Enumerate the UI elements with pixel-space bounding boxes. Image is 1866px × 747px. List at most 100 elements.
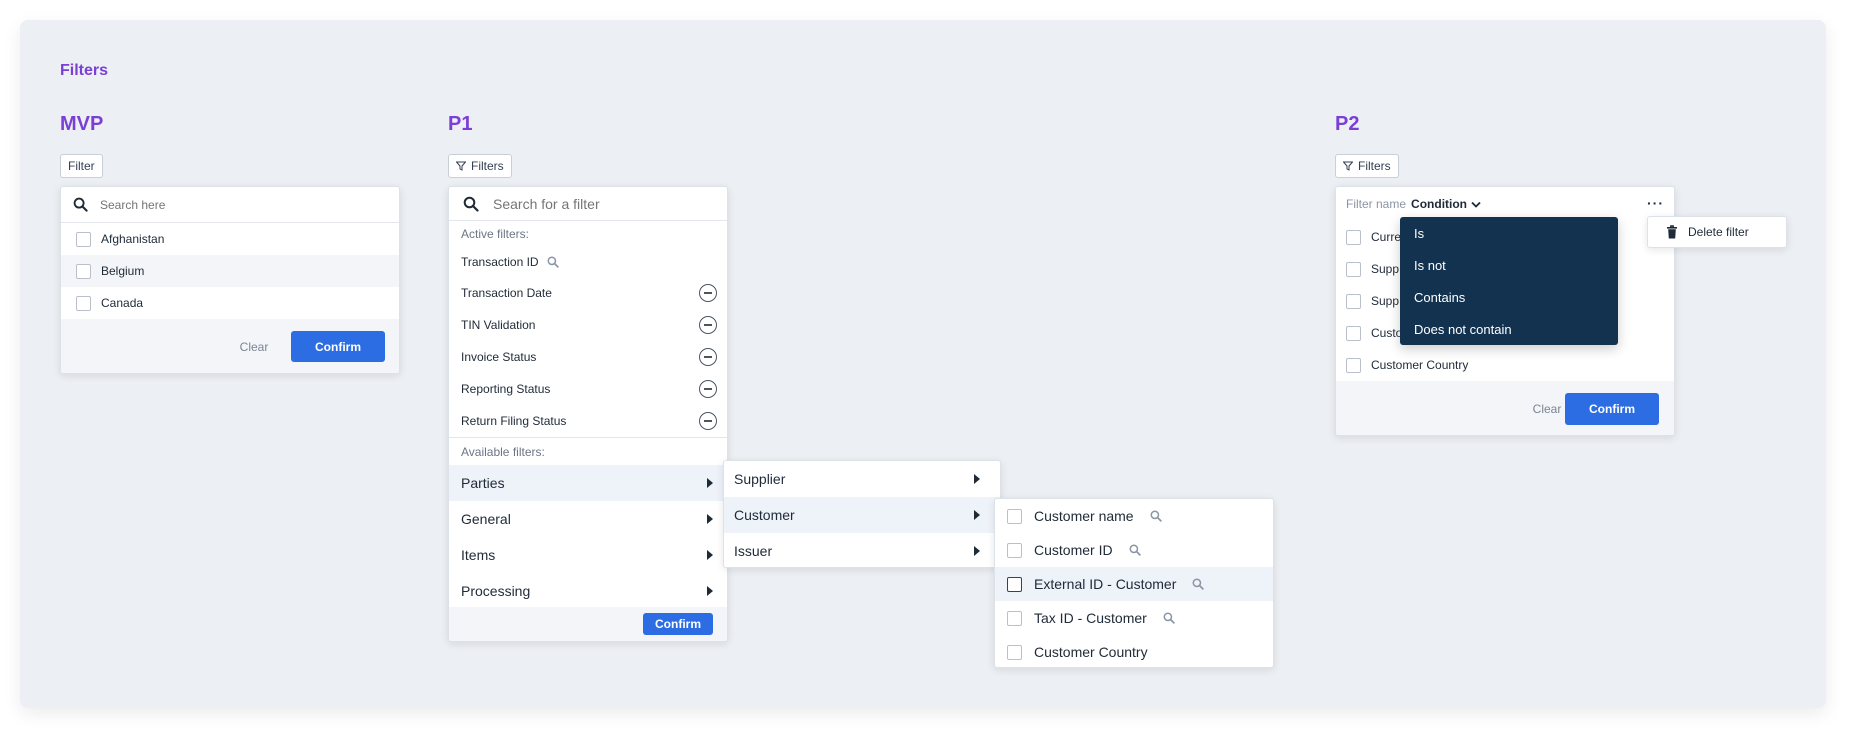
checkbox[interactable] bbox=[1007, 644, 1022, 660]
condition-option-contains[interactable]: Contains bbox=[1400, 281, 1618, 313]
mvp-footer: Clear Confirm bbox=[61, 319, 399, 373]
field-row[interactable]: Customer name bbox=[995, 499, 1273, 533]
chevron-right-icon bbox=[974, 510, 980, 520]
checkbox[interactable] bbox=[1346, 229, 1361, 245]
chevron-down-icon bbox=[1471, 201, 1481, 208]
search-icon[interactable] bbox=[547, 256, 559, 268]
search-icon[interactable] bbox=[1163, 612, 1175, 624]
p2-title: P2 bbox=[1335, 113, 1360, 135]
condition-dropdown[interactable]: Condition bbox=[1411, 197, 1481, 211]
condition-option-is[interactable]: Is bbox=[1400, 217, 1618, 249]
mvp-filter-button[interactable]: Filter bbox=[60, 154, 103, 178]
available-filters-header: Available filters: bbox=[449, 437, 727, 465]
available-filter-label: Parties bbox=[461, 475, 505, 491]
checkbox[interactable] bbox=[1007, 576, 1022, 592]
list-item-label: Belgium bbox=[101, 264, 145, 278]
active-filter-row: Return Filing Status bbox=[449, 405, 727, 437]
confirm-button[interactable]: Confirm bbox=[291, 331, 385, 362]
submenu-item-customer[interactable]: Customer bbox=[724, 497, 1000, 533]
search-icon bbox=[463, 196, 479, 212]
remove-icon[interactable] bbox=[699, 412, 717, 430]
search-icon bbox=[73, 197, 88, 212]
search-icon[interactable] bbox=[1129, 544, 1141, 556]
search-icon[interactable] bbox=[1192, 578, 1205, 590]
confirm-button[interactable]: Confirm bbox=[1565, 393, 1659, 425]
available-filter-items[interactable]: Items bbox=[449, 537, 727, 573]
list-item-label: Customer Country bbox=[1371, 358, 1469, 372]
p1-filters-button[interactable]: Filters bbox=[448, 154, 512, 178]
remove-icon[interactable] bbox=[699, 284, 717, 302]
remove-icon[interactable] bbox=[699, 316, 717, 334]
mvp-search-bar[interactable] bbox=[61, 187, 399, 223]
field-row[interactable]: Customer Country bbox=[995, 635, 1273, 667]
list-item-label: Supp bbox=[1371, 262, 1400, 276]
submenu-item-issuer[interactable]: Issuer bbox=[724, 533, 1000, 567]
condition-menu: Is Is not Contains Does not contain bbox=[1400, 217, 1618, 345]
field-label: Customer Country bbox=[1034, 644, 1148, 660]
filter-icon bbox=[1343, 161, 1353, 171]
condition-option-is-not[interactable]: Is not bbox=[1400, 249, 1618, 281]
active-filter-label: Transaction Date bbox=[461, 286, 552, 300]
list-item[interactable]: Customer Country bbox=[1336, 349, 1674, 381]
p2-filters-button[interactable]: Filters bbox=[1335, 154, 1399, 178]
checkbox[interactable] bbox=[76, 263, 91, 279]
p1-title: P1 bbox=[448, 113, 473, 135]
active-filter-label: TIN Validation bbox=[461, 318, 536, 332]
available-filter-general[interactable]: General bbox=[449, 501, 727, 537]
p2-filters-button-label: Filters bbox=[1358, 159, 1391, 173]
checkbox[interactable] bbox=[1007, 542, 1022, 558]
available-filter-label: General bbox=[461, 511, 511, 527]
chevron-right-icon bbox=[707, 586, 713, 596]
checkbox[interactable] bbox=[1007, 610, 1022, 626]
field-row[interactable]: Tax ID - Customer bbox=[995, 601, 1273, 635]
checkbox[interactable] bbox=[1346, 357, 1361, 373]
p2-footer: Clear Confirm bbox=[1336, 381, 1674, 435]
condition-option-does-not-contain[interactable]: Does not contain bbox=[1400, 313, 1618, 345]
confirm-button[interactable]: Confirm bbox=[643, 613, 713, 635]
list-item[interactable]: Belgium bbox=[61, 255, 399, 287]
p1-filters-button-label: Filters bbox=[471, 159, 504, 173]
p1-search-bar[interactable] bbox=[449, 187, 727, 221]
active-filter-row[interactable]: Transaction ID bbox=[449, 247, 727, 277]
active-filters-header: Active filters: bbox=[461, 227, 530, 241]
mvp-filter-panel: Afghanistan Belgium Canada Clear Confirm bbox=[60, 186, 400, 374]
submenu-item-supplier[interactable]: Supplier bbox=[724, 461, 1000, 497]
checkbox[interactable] bbox=[76, 295, 91, 311]
submenu-item-label: Customer bbox=[734, 507, 795, 523]
chevron-right-icon bbox=[707, 514, 713, 524]
available-filter-parties[interactable]: Parties bbox=[449, 465, 727, 501]
list-item[interactable]: Canada bbox=[61, 287, 399, 319]
search-icon[interactable] bbox=[1150, 510, 1162, 522]
field-label: Customer ID bbox=[1034, 542, 1113, 558]
p2-header-row: Filter name Condition ··· bbox=[1336, 187, 1674, 221]
list-item-label: Curre bbox=[1371, 230, 1402, 244]
remove-icon[interactable] bbox=[699, 380, 717, 398]
chevron-right-icon bbox=[707, 550, 713, 560]
filter-icon bbox=[456, 161, 466, 171]
checkbox[interactable] bbox=[1346, 293, 1361, 309]
active-filter-row: Reporting Status bbox=[449, 373, 727, 405]
active-filter-label: Invoice Status bbox=[461, 350, 537, 364]
field-row[interactable]: External ID - Customer bbox=[995, 567, 1273, 601]
more-options-icon[interactable]: ··· bbox=[1647, 195, 1664, 211]
mvp-search-input[interactable] bbox=[100, 197, 360, 212]
checkbox[interactable] bbox=[1007, 508, 1022, 524]
clear-button[interactable]: Clear bbox=[221, 332, 287, 362]
available-filter-processing[interactable]: Processing bbox=[449, 573, 727, 609]
condition-label: Condition bbox=[1411, 197, 1468, 211]
checkbox[interactable] bbox=[76, 231, 91, 247]
checkbox[interactable] bbox=[1346, 261, 1361, 277]
delete-filter-menu[interactable]: Delete filter bbox=[1647, 216, 1787, 248]
chevron-right-icon bbox=[974, 546, 980, 556]
p1-search-input[interactable] bbox=[493, 195, 713, 212]
active-filter-row: Invoice Status bbox=[449, 341, 727, 373]
field-label: Tax ID - Customer bbox=[1034, 610, 1147, 626]
checkbox[interactable] bbox=[1346, 325, 1361, 341]
field-row[interactable]: Customer ID bbox=[995, 533, 1273, 567]
list-item-label: Canada bbox=[101, 296, 144, 310]
trash-icon bbox=[1667, 225, 1677, 239]
remove-icon[interactable] bbox=[699, 348, 717, 366]
list-item[interactable]: Afghanistan bbox=[61, 223, 399, 255]
mvp-title: MVP bbox=[60, 113, 104, 135]
submenu-item-label: Issuer bbox=[734, 543, 773, 559]
